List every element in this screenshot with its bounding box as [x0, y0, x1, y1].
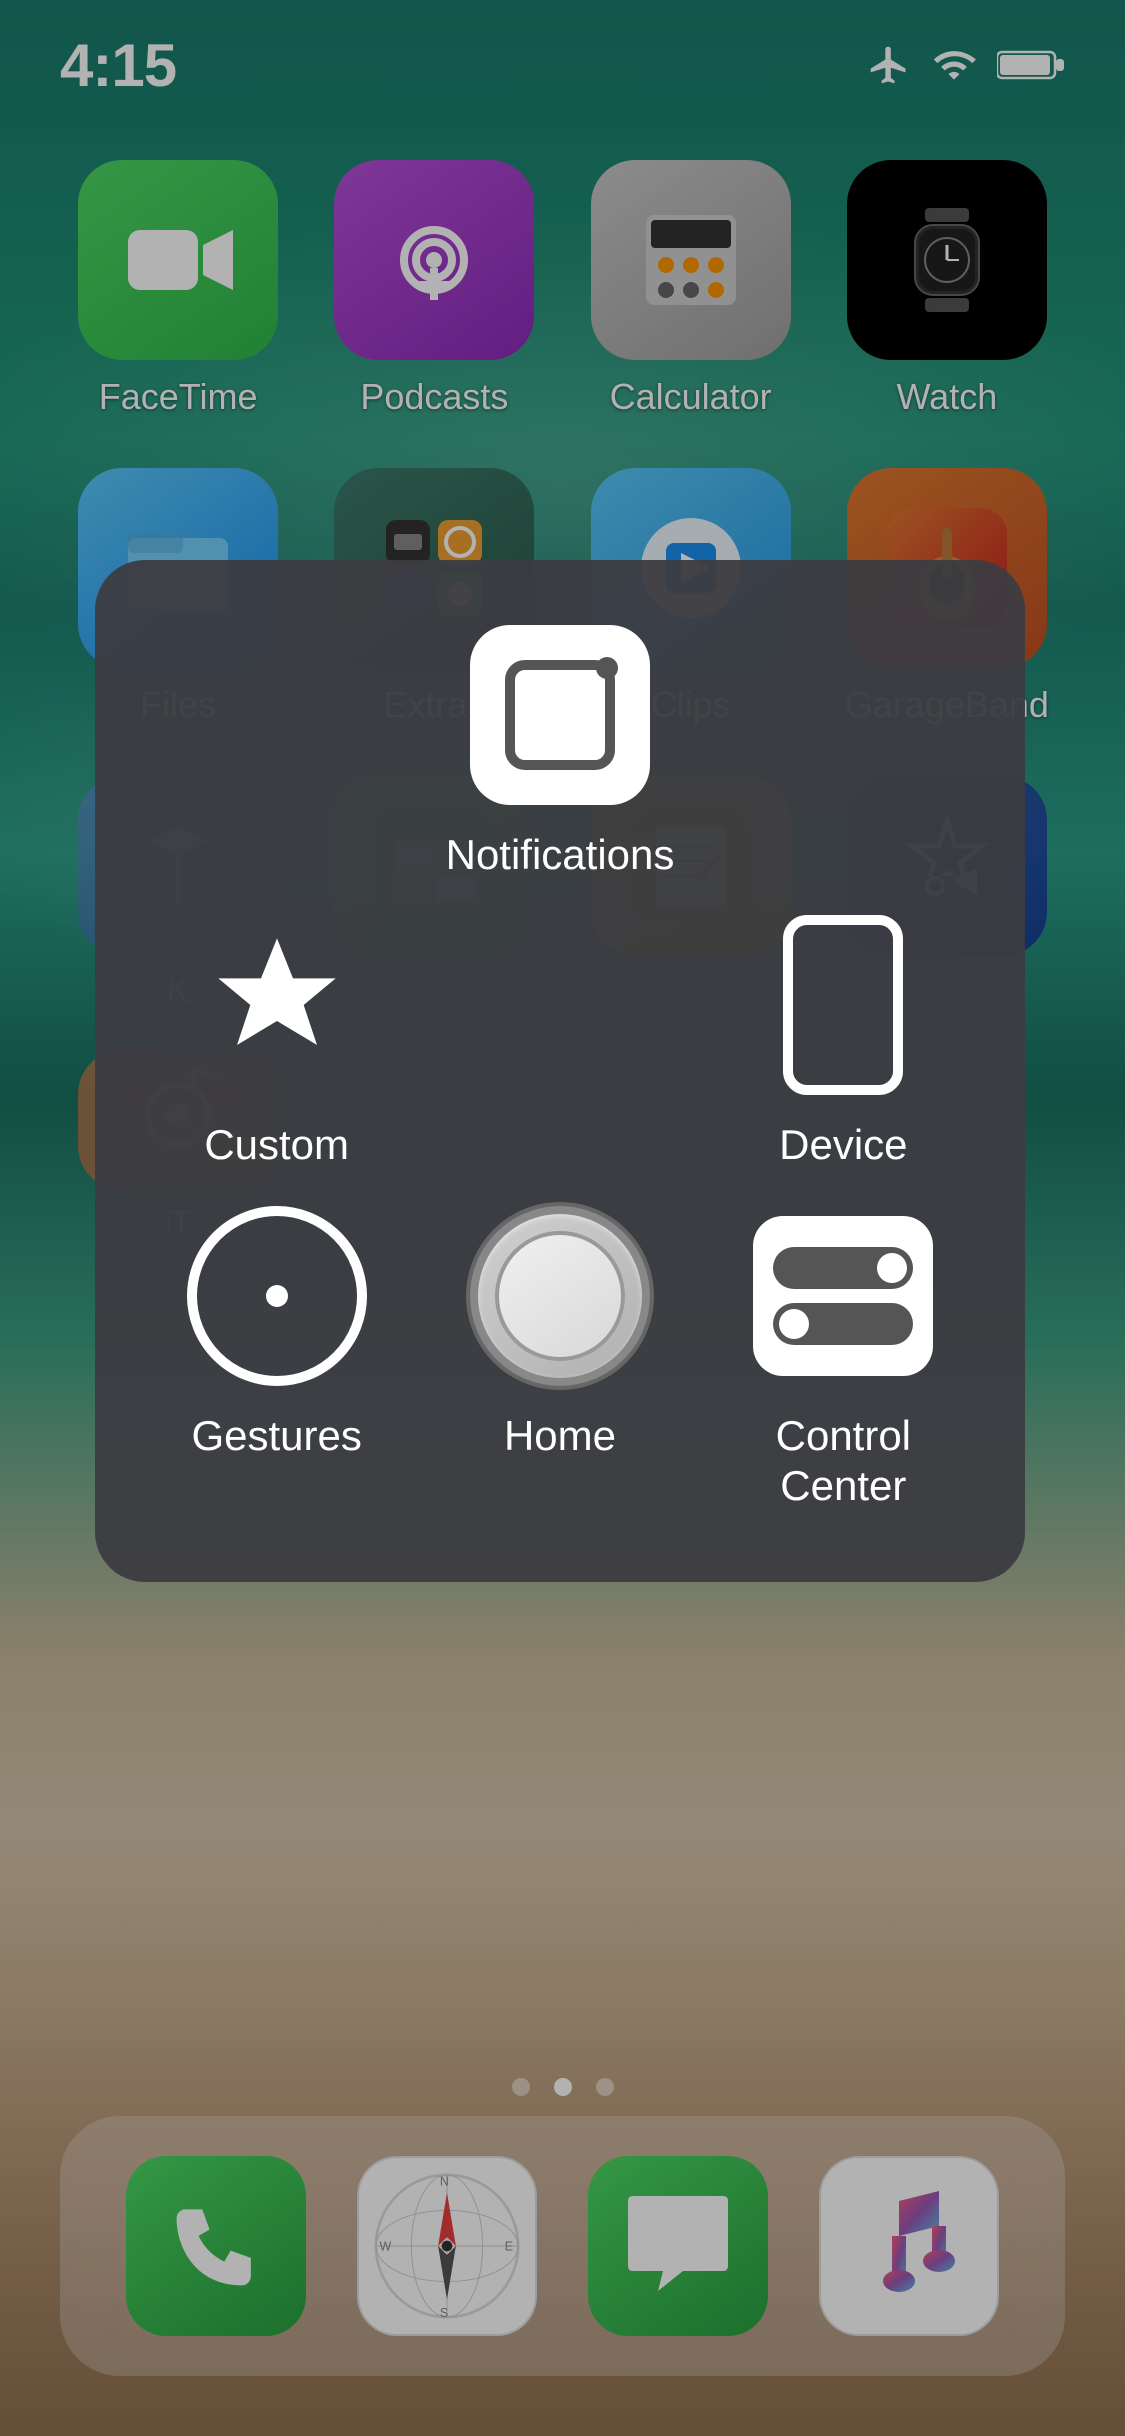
custom-button[interactable] — [182, 910, 372, 1100]
toggle-knob-1 — [877, 1253, 907, 1283]
notifications-label: Notifications — [446, 830, 675, 880]
gestures-button[interactable] — [182, 1201, 372, 1391]
custom-icon — [187, 915, 367, 1095]
home-icon — [470, 1206, 650, 1386]
control-center-button[interactable] — [748, 1201, 938, 1391]
notifications-button[interactable] — [465, 620, 655, 810]
toggle-row-1 — [773, 1247, 913, 1289]
home-button[interactable] — [465, 1201, 655, 1391]
gestures-icon — [187, 1206, 367, 1386]
control-center-icon — [753, 1216, 933, 1376]
home-label: Home — [504, 1411, 616, 1461]
custom-label: Custom — [204, 1120, 349, 1170]
control-center-label: ControlCenter — [776, 1411, 911, 1512]
gestures-label: Gestures — [191, 1411, 361, 1461]
home-inner — [495, 1231, 625, 1361]
device-label: Device — [779, 1120, 907, 1170]
device-icon — [783, 915, 903, 1095]
toggle-knob-2 — [779, 1309, 809, 1339]
notifications-icon — [470, 625, 650, 805]
device-button[interactable] — [748, 910, 938, 1100]
gestures-dot — [266, 1285, 288, 1307]
toggle-row-2 — [773, 1303, 913, 1345]
assistive-touch-popup: Notifications Custom Device — [95, 560, 1025, 1582]
